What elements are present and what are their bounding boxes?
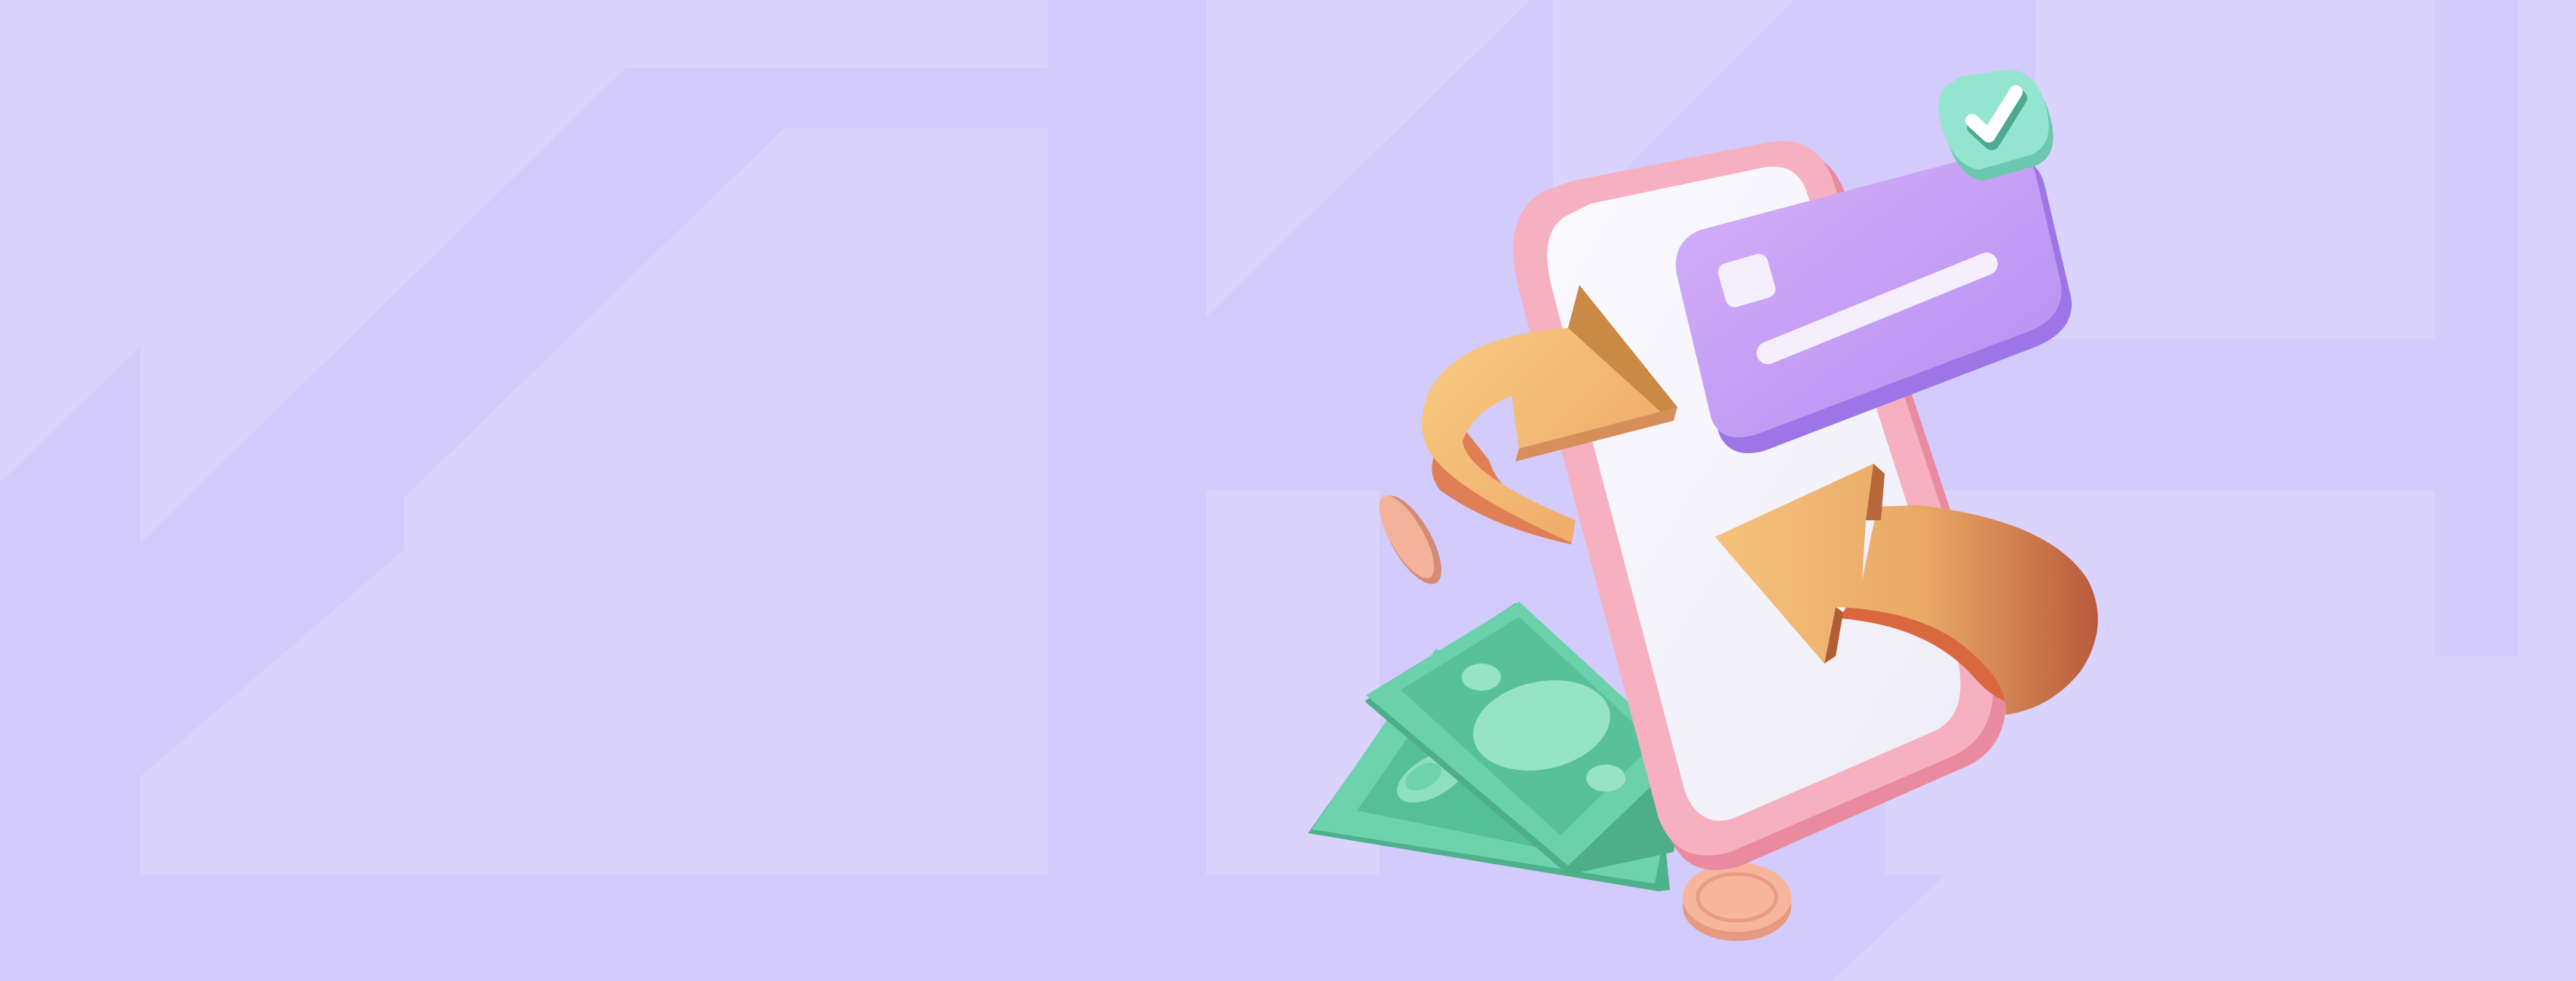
coin-icon: [1683, 863, 1791, 941]
banner-canvas: [0, 0, 2576, 981]
promo-banner: [0, 0, 2576, 981]
